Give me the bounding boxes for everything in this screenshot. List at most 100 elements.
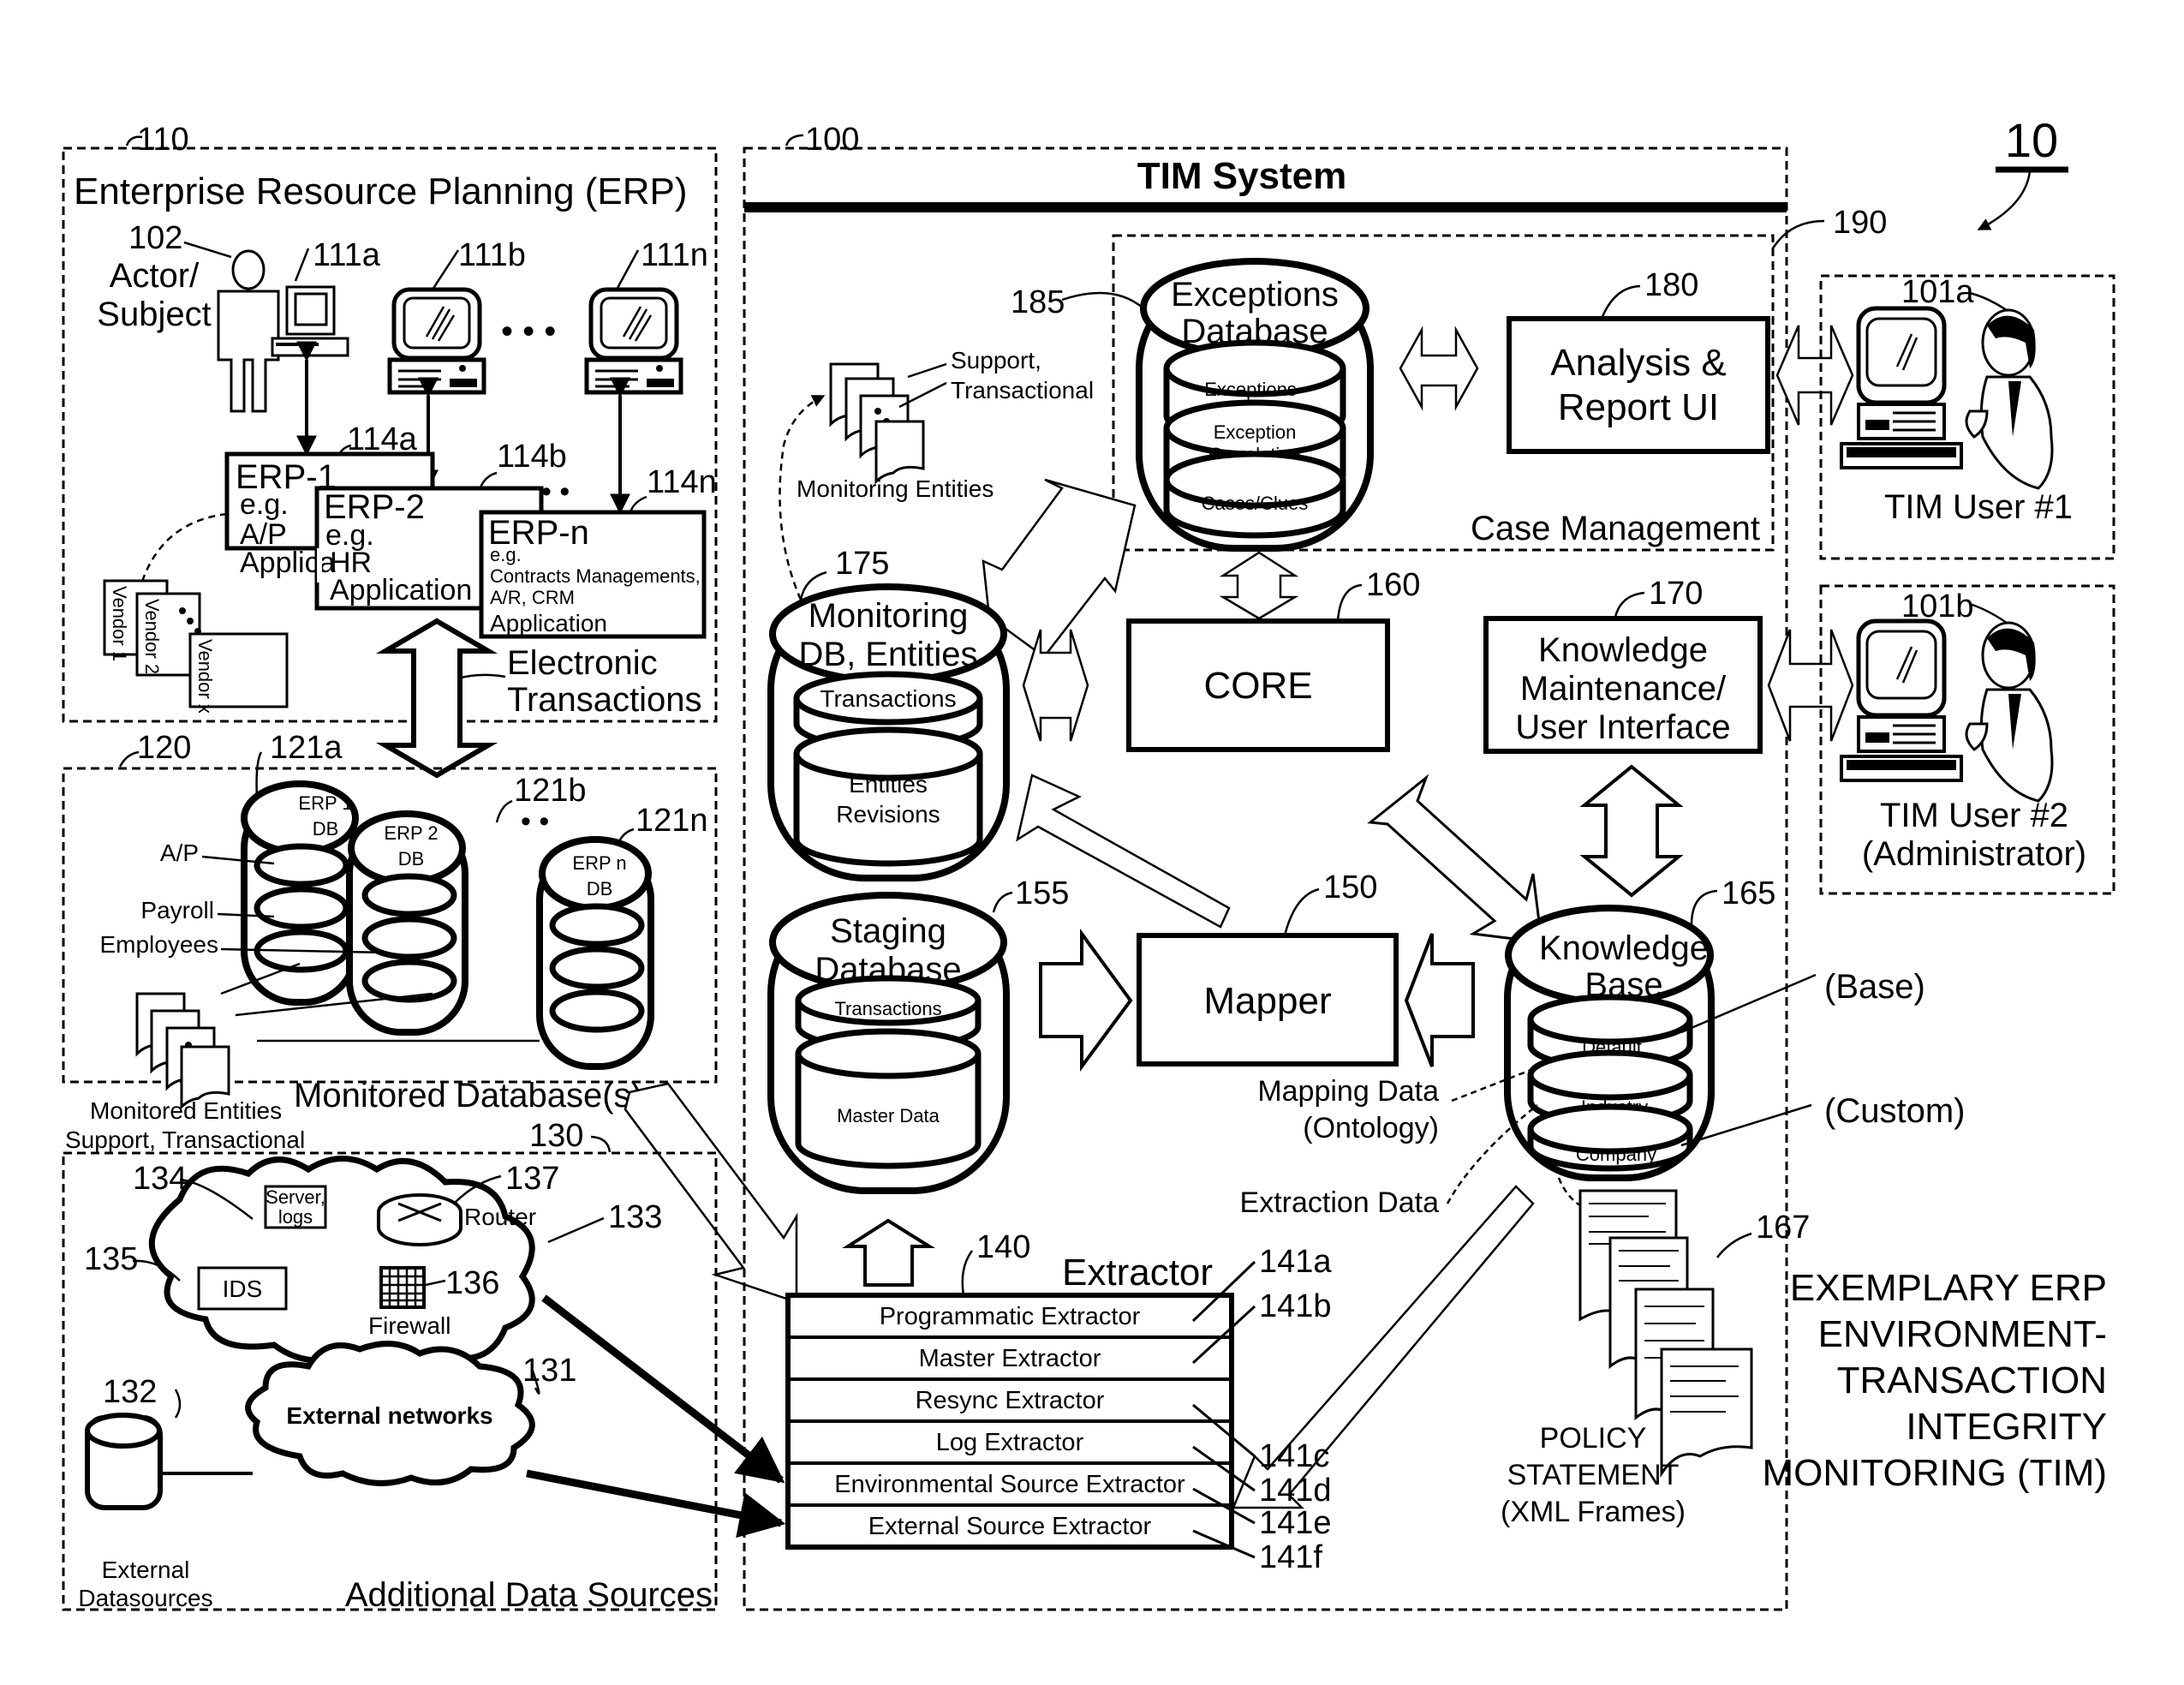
monitored-entities-documents: [135, 992, 230, 1108]
svg-text:ENVIRONMENT-: ENVIRONMENT-: [1818, 1313, 2107, 1355]
svg-text:114n: 114n: [647, 464, 717, 500]
svg-text:INTEGRITY: INTEGRITY: [1906, 1406, 2107, 1448]
tim-user-2: 101b TIM User #2 (Administrator): [1819, 584, 2115, 895]
svg-text:Transactions: Transactions: [507, 681, 702, 719]
svg-text:Company: Company: [1576, 1144, 1656, 1165]
analysis-report-ui[interactable]: 180 Analysis & Report UI: [1507, 267, 1770, 454]
extraction-data-label: Extraction Data: [1240, 1186, 1440, 1219]
extractor-row-ref: 141d: [1259, 1473, 1332, 1509]
svg-text:111a: 111a: [313, 237, 381, 273]
extractor-row-label[interactable]: Resync Extractor: [916, 1387, 1105, 1414]
additional-sources-title: Additional Data Sources: [345, 1576, 713, 1614]
layer-label-payroll: Payroll: [140, 897, 214, 923]
tim-system-region: 100 TIM System 190 Case Management 185 E…: [743, 122, 1965, 1611]
svg-text:Contracts Managements,: Contracts Managements,: [490, 565, 701, 587]
tim-system-title: TIM System: [1137, 155, 1347, 197]
extractor-row-ref: 141a: [1259, 1244, 1332, 1280]
svg-text:MONITORING (TIM): MONITORING (TIM): [1763, 1452, 2107, 1494]
svg-text:Application: Application: [490, 610, 607, 636]
svg-text:134: 134: [133, 1161, 187, 1197]
extractor-row-label[interactable]: Master Extractor: [919, 1345, 1101, 1372]
svg-text:133: 133: [608, 1199, 662, 1235]
svg-text:137: 137: [505, 1161, 559, 1197]
svg-text:Electronic: Electronic: [507, 644, 658, 682]
svg-text:(XML Frames): (XML Frames): [1501, 1496, 1686, 1528]
figure-reference: 10: [1977, 113, 2068, 231]
svg-text:Transactions: Transactions: [834, 998, 941, 1019]
svg-text:Firewall: Firewall: [368, 1312, 451, 1339]
extractor-row-label[interactable]: External Source Extractor: [868, 1513, 1152, 1540]
crt-terminal-icon: [587, 290, 681, 392]
svg-text:Transactional: Transactional: [951, 377, 1094, 403]
svg-text:Server,: Server,: [266, 1186, 325, 1208]
svg-text:Exceptions: Exceptions: [1171, 276, 1339, 314]
extractor-row-label[interactable]: Environmental Source Extractor: [834, 1471, 1185, 1498]
figure-title: EXEMPLARY ERP ENVIRONMENT- TRANSACTION I…: [1763, 1267, 2107, 1494]
monitored-db-region-title: Monitored Database(s): [294, 1077, 642, 1114]
user-workstation-icon: [1841, 308, 2052, 488]
mapping-data-label: Mapping Data: [1257, 1075, 1439, 1108]
svg-text:131: 131: [522, 1353, 576, 1389]
svg-text:140: 140: [976, 1229, 1030, 1265]
svg-text:DB: DB: [398, 848, 425, 869]
svg-text:170: 170: [1649, 576, 1703, 612]
layer-label-employees: Employees: [99, 931, 218, 958]
svg-text:Vendor 2: Vendor 2: [141, 599, 163, 674]
tim-architecture-diagram: 10 110 Enterprise Resource Planning (ERP…: [62, 113, 2115, 1614]
extractor-staging-arrow: [842, 1218, 935, 1287]
svg-text:114b: 114b: [497, 439, 567, 475]
erp-region: 110 Enterprise Resource Planning (ERP) 1…: [62, 122, 718, 779]
svg-text:Cases/Clues: Cases/Clues: [1202, 493, 1309, 514]
svg-text:136: 136: [445, 1265, 499, 1301]
svg-text:Analysis &: Analysis &: [1550, 342, 1726, 384]
svg-text:DB: DB: [313, 818, 339, 840]
monitored-db-region: 120 121a ERP 1 DB 121b ERP 2 DB • • 121n…: [62, 730, 718, 1153]
erp-region-title: Enterprise Resource Planning (ERP): [74, 170, 688, 212]
svg-text:160: 160: [1366, 567, 1420, 603]
extractor-row-ref: 141e: [1259, 1505, 1332, 1541]
svg-text:TIM User #1: TIM User #1: [1884, 488, 2073, 526]
case-management-region: 190 Case Management 185 Exceptions Datab…: [1011, 205, 1887, 552]
svg-text:User Interface: User Interface: [1515, 708, 1730, 746]
monitored-entities-sublabel: Support, Transactional: [65, 1126, 305, 1153]
figure-number: 10: [2005, 113, 2058, 167]
extractor-row-label[interactable]: Log Extractor: [936, 1429, 1084, 1456]
knowledge-maintenance-ui[interactable]: 170 Knowledge Maintenance/ User Interfac…: [1483, 576, 1763, 754]
svg-text:ERP n: ERP n: [572, 852, 626, 874]
kui-user2-arrow: [1767, 629, 1854, 742]
tim-user-1: 101a TIM User #1: [1819, 274, 2115, 560]
svg-text:TIM User #2: TIM User #2: [1880, 797, 2068, 834]
erp1-database: 121a ERP 1 DB: [241, 730, 359, 1006]
casemgmt-core-arrow: [1219, 551, 1299, 620]
svg-text:ERP 1: ERP 1: [298, 792, 352, 814]
extractor-row-label[interactable]: Programmatic Extractor: [880, 1303, 1141, 1330]
svg-text:121n: 121n: [636, 803, 708, 839]
terminal-111a: 111a: [271, 237, 381, 357]
svg-text:120: 120: [137, 730, 191, 766]
svg-text:180: 180: [1644, 267, 1698, 303]
svg-text:DB, Entities: DB, Entities: [799, 636, 978, 673]
svg-text:(Custom): (Custom): [1824, 1092, 1965, 1130]
extractor-row-ref: 141b: [1259, 1288, 1332, 1324]
extractor-row-ref: 141f: [1259, 1539, 1322, 1575]
router-icon: [377, 1193, 462, 1246]
svg-text:External networks: External networks: [286, 1402, 492, 1429]
kb-core-arrow: [1367, 774, 1543, 944]
external-datasource-icon: [85, 1413, 163, 1510]
svg-text:Master Data: Master Data: [837, 1105, 940, 1126]
admin-workstation-icon: [1841, 621, 2052, 801]
staging-database: 155 Staging Database Transactions Master…: [767, 875, 1069, 1194]
svg-text:DB: DB: [587, 878, 613, 899]
svg-text:155: 155: [1015, 875, 1069, 911]
svg-text:175: 175: [835, 546, 889, 582]
erp-region-ref: 110: [137, 122, 189, 158]
svg-text:Staging: Staging: [830, 912, 946, 950]
staging-mapper-arrow: [1039, 928, 1133, 1073]
svg-text:Monitoring Entities: Monitoring Entities: [797, 475, 994, 502]
svg-text:Support,: Support,: [951, 347, 1041, 373]
firewall-icon: [379, 1266, 426, 1309]
svg-text:190: 190: [1833, 205, 1887, 241]
db-ellipsis: • •: [521, 805, 549, 838]
analysis-user1-arrow: [1775, 325, 1854, 426]
svg-text:135: 135: [84, 1241, 138, 1277]
